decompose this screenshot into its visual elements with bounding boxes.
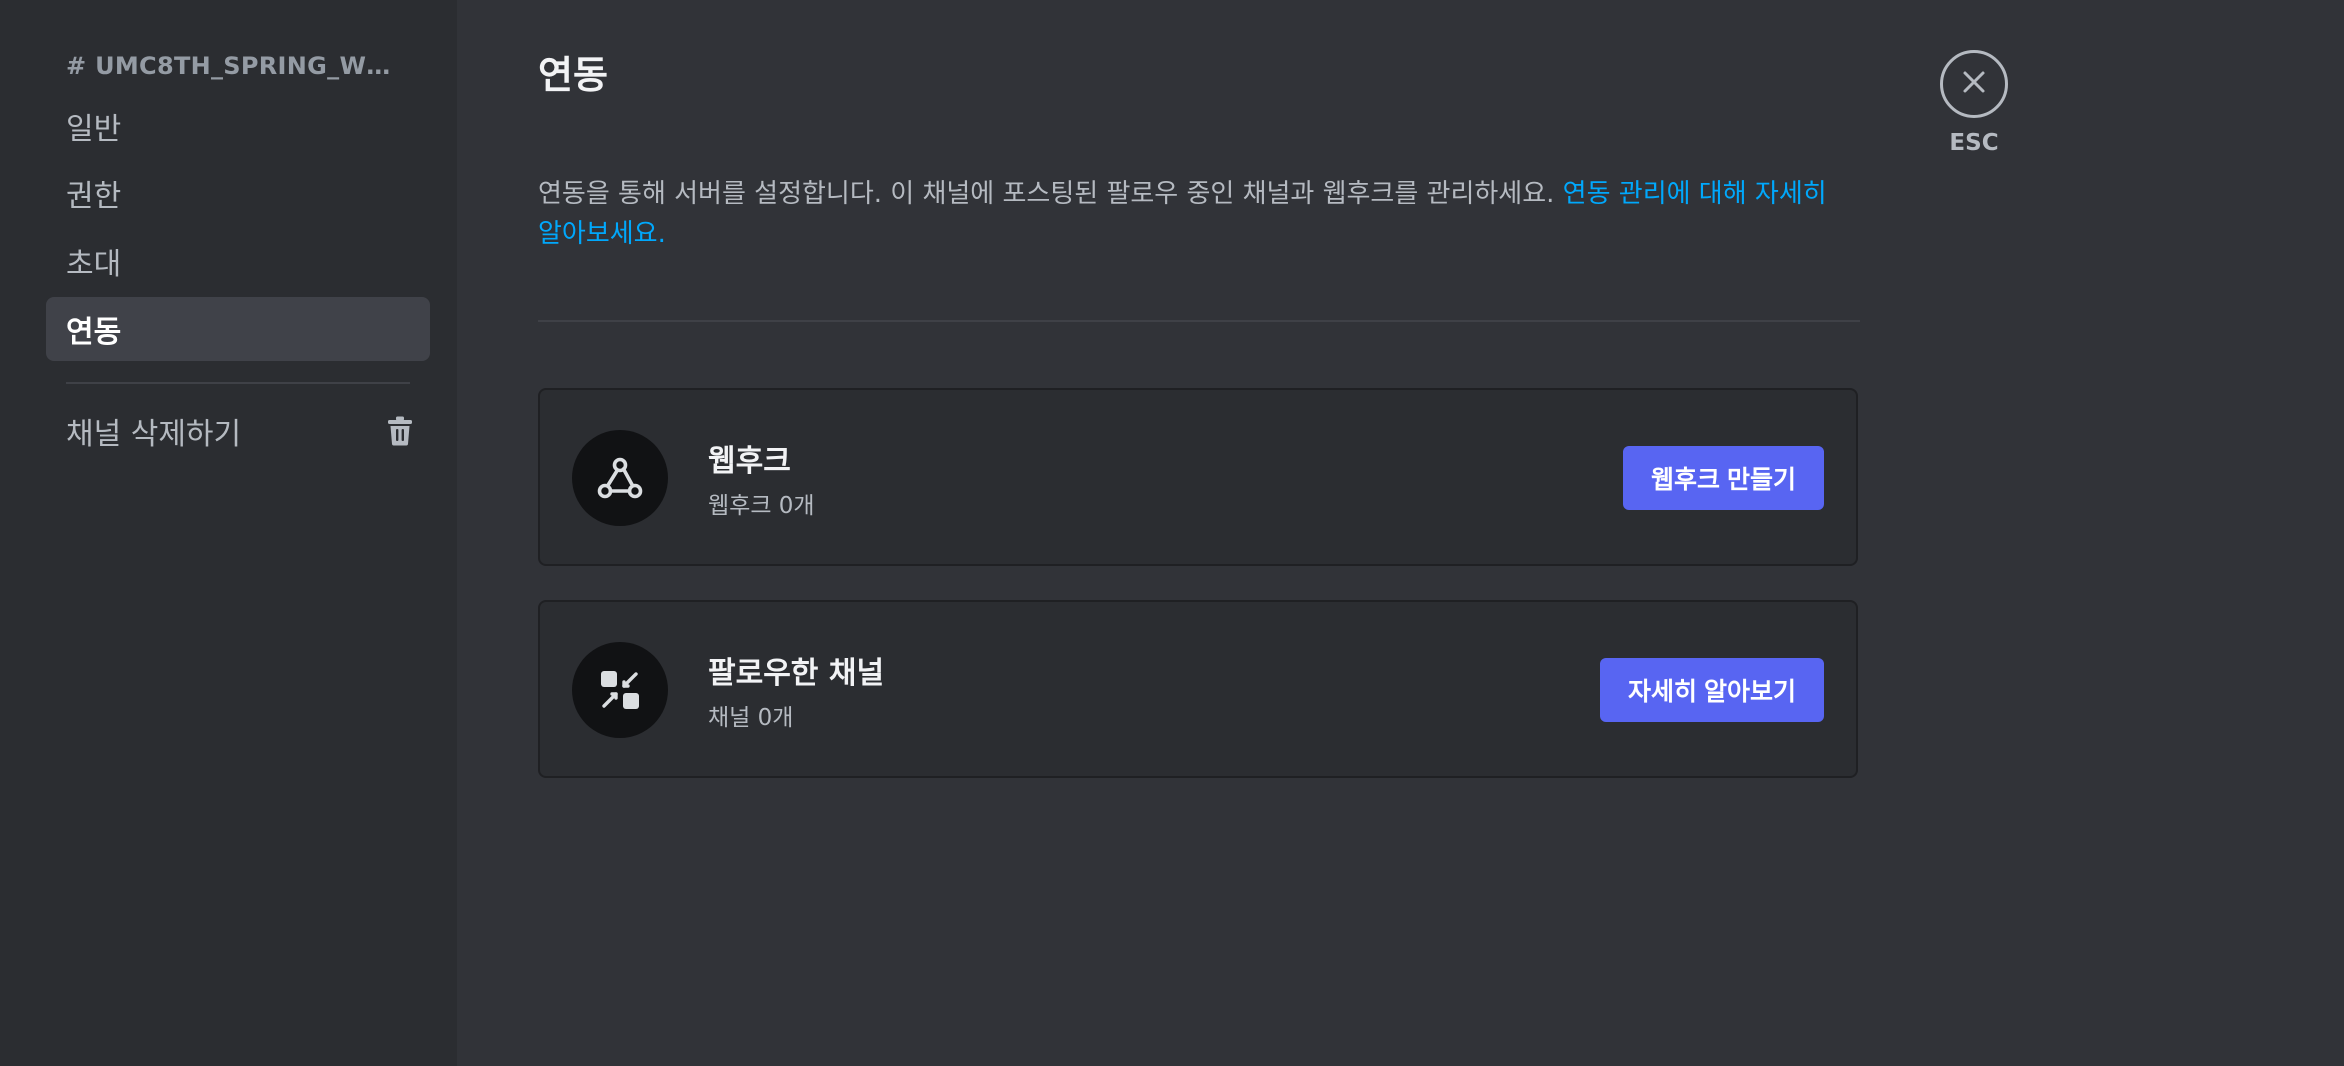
- page-description: 연동을 통해 서버를 설정합니다. 이 채널에 포스팅된 팔로우 중인 채널과 …: [538, 174, 1858, 254]
- followed-channel-icon: [572, 642, 668, 738]
- delete-channel-label: 채널 삭제하기: [66, 417, 242, 452]
- webhook-icon: [572, 430, 668, 526]
- settings-sidebar: # UMC8TH_SPRING_WEBH... 일반 권한 초대 연동 채널 삭…: [0, 0, 457, 1066]
- card-title: 팔로우한 채널: [708, 656, 885, 691]
- delete-channel-button[interactable]: 채널 삭제하기: [46, 400, 430, 462]
- card-subtitle: 채널 0개: [708, 705, 794, 731]
- sidebar-item-invites[interactable]: 초대: [46, 229, 430, 293]
- close-button[interactable]: [1940, 50, 2008, 118]
- settings-page: # UMC8TH_SPRING_WEBH... 일반 권한 초대 연동 채널 삭…: [0, 0, 2344, 1066]
- description-text: 연동을 통해 서버를 설정합니다. 이 채널에 포스팅된 팔로우 중인 채널과 …: [538, 179, 1563, 209]
- sidebar-item-label: 권한: [66, 179, 122, 214]
- sidebar-item-label: 일반: [66, 112, 122, 147]
- section-divider: [538, 320, 1860, 322]
- sidebar-item-label: 초대: [66, 247, 122, 282]
- create-webhook-button[interactable]: 웹후크 만들기: [1623, 446, 1824, 510]
- esc-label: ESC: [1949, 130, 1999, 156]
- page-title: 연동: [538, 53, 608, 97]
- close-settings: ESC: [1938, 50, 2010, 156]
- sidebar-item-general[interactable]: 일반: [46, 94, 430, 158]
- learn-more-button[interactable]: 자세히 알아보기: [1600, 658, 1824, 722]
- trash-icon: [384, 415, 416, 447]
- followed-channels-card[interactable]: 팔로우한 채널 채널 0개 자세히 알아보기: [538, 600, 1858, 778]
- sidebar-item-integrations[interactable]: 연동: [46, 297, 430, 361]
- webhooks-card[interactable]: 웹후크 웹후크 0개 웹후크 만들기: [538, 388, 1858, 566]
- channel-name-header: # UMC8TH_SPRING_WEBH...: [66, 52, 406, 80]
- card-subtitle: 웹후크 0개: [708, 493, 815, 519]
- card-title: 웹후크: [708, 444, 791, 479]
- sidebar-item-label: 연동: [66, 315, 122, 350]
- sidebar-divider: [66, 382, 410, 384]
- sidebar-item-permissions[interactable]: 권한: [46, 161, 430, 225]
- close-icon: [1961, 69, 1987, 99]
